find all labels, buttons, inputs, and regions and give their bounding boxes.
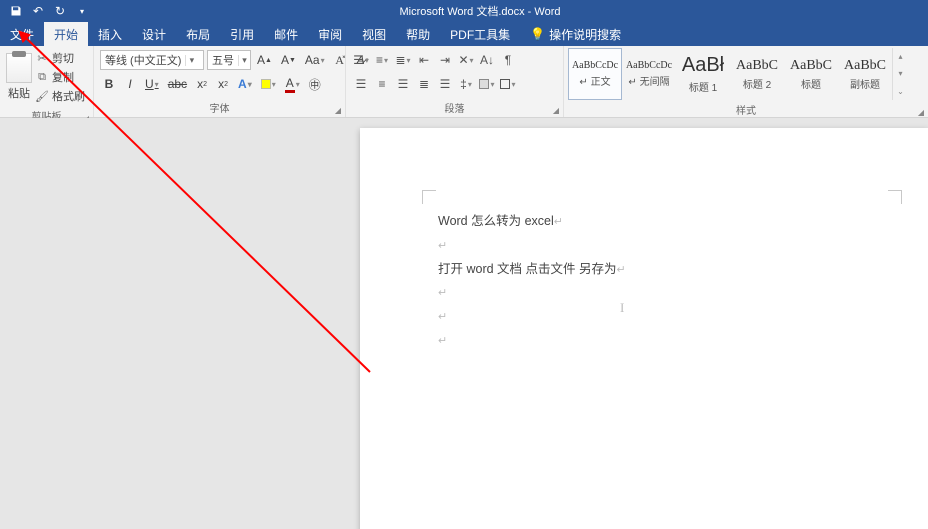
asian-layout-button[interactable]: ✕▾ [457,50,475,70]
doc-body[interactable]: Word 怎么转为 excel↵ ↵ 打开 word 文档 点击文件 另存为↵ … [438,210,626,353]
grow-font-button[interactable]: A▲ [254,50,275,70]
lightbulb-icon: 💡 [530,27,545,41]
decrease-indent-button[interactable]: ⇤ [415,50,433,70]
qat-undo[interactable]: ↶ [28,2,48,20]
multilevel-button[interactable]: ≣▾ [394,50,412,70]
italic-button[interactable]: I [121,74,139,94]
tab-view[interactable]: 视图 [352,22,396,46]
style-normal[interactable]: AaBbCcDc↵ 正文 [568,48,622,100]
para-mark: ↵ [438,335,447,347]
subscript-button[interactable]: x2 [193,74,211,94]
tab-home[interactable]: 开始 [44,22,88,46]
gallery-more[interactable]: ⌄ [893,83,908,100]
para-mark: ↵ [617,264,626,276]
para-mark: ↵ [438,311,447,323]
qat-customize[interactable]: ▾ [72,2,92,20]
styles-gallery[interactable]: AaBbCcDc↵ 正文 AaBbCcDc↵ 无间隔 AaBł标题 1 AaBb… [568,48,908,100]
sort-button[interactable]: A↓ [478,50,496,70]
distribute-button[interactable]: ☰ [436,74,454,94]
bullets-button[interactable]: ☰▾ [352,50,370,70]
group-paragraph-label: 段落◢ [346,100,563,117]
text-effects-button[interactable]: A▾ [235,74,255,94]
tab-references[interactable]: 引用 [220,22,264,46]
enclose-char-button[interactable]: ㊥ [306,74,324,94]
styles-dialog-launcher[interactable]: ◢ [918,108,924,117]
show-marks-button[interactable]: ¶ [499,50,517,70]
tab-layout[interactable]: 布局 [176,22,220,46]
font-name-combo[interactable]: 等线 (中文正文)▾ [100,50,204,70]
page[interactable]: Word 怎么转为 excel↵ ↵ 打开 word 文档 点击文件 另存为↵ … [360,128,928,529]
window-title: Microsoft Word 文档.docx - Word [92,3,868,19]
style-heading1[interactable]: AaBł标题 1 [676,48,730,100]
highlight-button[interactable]: ▾ [258,74,279,94]
qat-save[interactable] [6,2,26,20]
style-heading2[interactable]: AaBbC标题 2 [730,48,784,100]
margin-crop-tl [422,190,436,204]
align-left-button[interactable]: ☰ [352,74,370,94]
highlight-swatch [261,79,271,89]
style-title[interactable]: AaBbC标题 [784,48,838,100]
underline-button[interactable]: U▾ [142,74,162,94]
text-cursor-ibeam: I [620,300,624,316]
increase-indent-button[interactable]: ⇥ [436,50,454,70]
document-area[interactable]: Word 怎么转为 excel↵ ↵ 打开 word 文档 点击文件 另存为↵ … [0,118,928,529]
qat-redo[interactable]: ↻ [50,2,70,20]
align-right-button[interactable]: ☰ [394,74,412,94]
justify-button[interactable]: ≣ [415,74,433,94]
style-subtitle[interactable]: AaBbC副标题 [838,48,892,100]
paragraph-dialog-launcher[interactable]: ◢ [553,106,559,115]
group-styles-label: 样式◢ [564,102,928,119]
para-mark: ↵ [438,287,447,299]
font-size-combo[interactable]: 五号▾ [207,50,251,70]
tab-mailings[interactable]: 邮件 [264,22,308,46]
brush-icon: 🖌 [36,90,48,102]
paste-button[interactable]: 粘贴 [8,85,30,101]
tab-review[interactable]: 审阅 [308,22,352,46]
copy-button[interactable]: ⧉复制 [36,69,85,85]
format-painter-button[interactable]: 🖌格式刷 [36,88,85,104]
tab-pdf[interactable]: PDF工具集 [440,22,520,46]
tab-help[interactable]: 帮助 [396,22,440,46]
doc-line-1: Word 怎么转为 excel [438,214,554,228]
border-swatch [500,79,510,89]
bold-button[interactable]: B [100,74,118,94]
paste-icon[interactable] [6,53,32,83]
shading-button[interactable]: ▾ [478,74,496,94]
line-spacing-button[interactable]: ‡▾ [457,74,475,94]
cut-button[interactable]: ✂剪切 [36,50,85,66]
tab-design[interactable]: 设计 [132,22,176,46]
font-color-button[interactable]: A▾ [282,74,303,94]
shrink-font-button[interactable]: A▼ [278,50,299,70]
tab-tellme[interactable]: 💡操作说明搜索 [520,22,631,46]
superscript-button[interactable]: x2 [214,74,232,94]
margin-crop-tr [888,190,902,204]
align-center-button[interactable]: ≡ [373,74,391,94]
font-dialog-launcher[interactable]: ◢ [335,106,341,115]
shade-swatch [479,79,489,89]
scissors-icon: ✂ [36,52,48,64]
tab-file[interactable]: 文件 [0,22,44,46]
para-mark: ↵ [438,240,447,252]
borders-button[interactable]: ▾ [499,74,517,94]
gallery-down[interactable]: ▾ [893,65,908,82]
doc-line-2: 打开 word 文档 点击文件 另存为 [438,262,617,276]
strike-button[interactable]: abc [165,74,190,94]
group-font-label: 字体◢ [94,100,345,117]
para-mark: ↵ [554,216,563,228]
copy-icon: ⧉ [36,71,48,83]
tab-insert[interactable]: 插入 [88,22,132,46]
style-no-spacing[interactable]: AaBbCcDc↵ 无间隔 [622,48,676,100]
change-case-button[interactable]: Aa▾ [302,50,328,70]
gallery-up[interactable]: ▴ [893,48,908,65]
numbering-button[interactable]: ≡▾ [373,50,391,70]
